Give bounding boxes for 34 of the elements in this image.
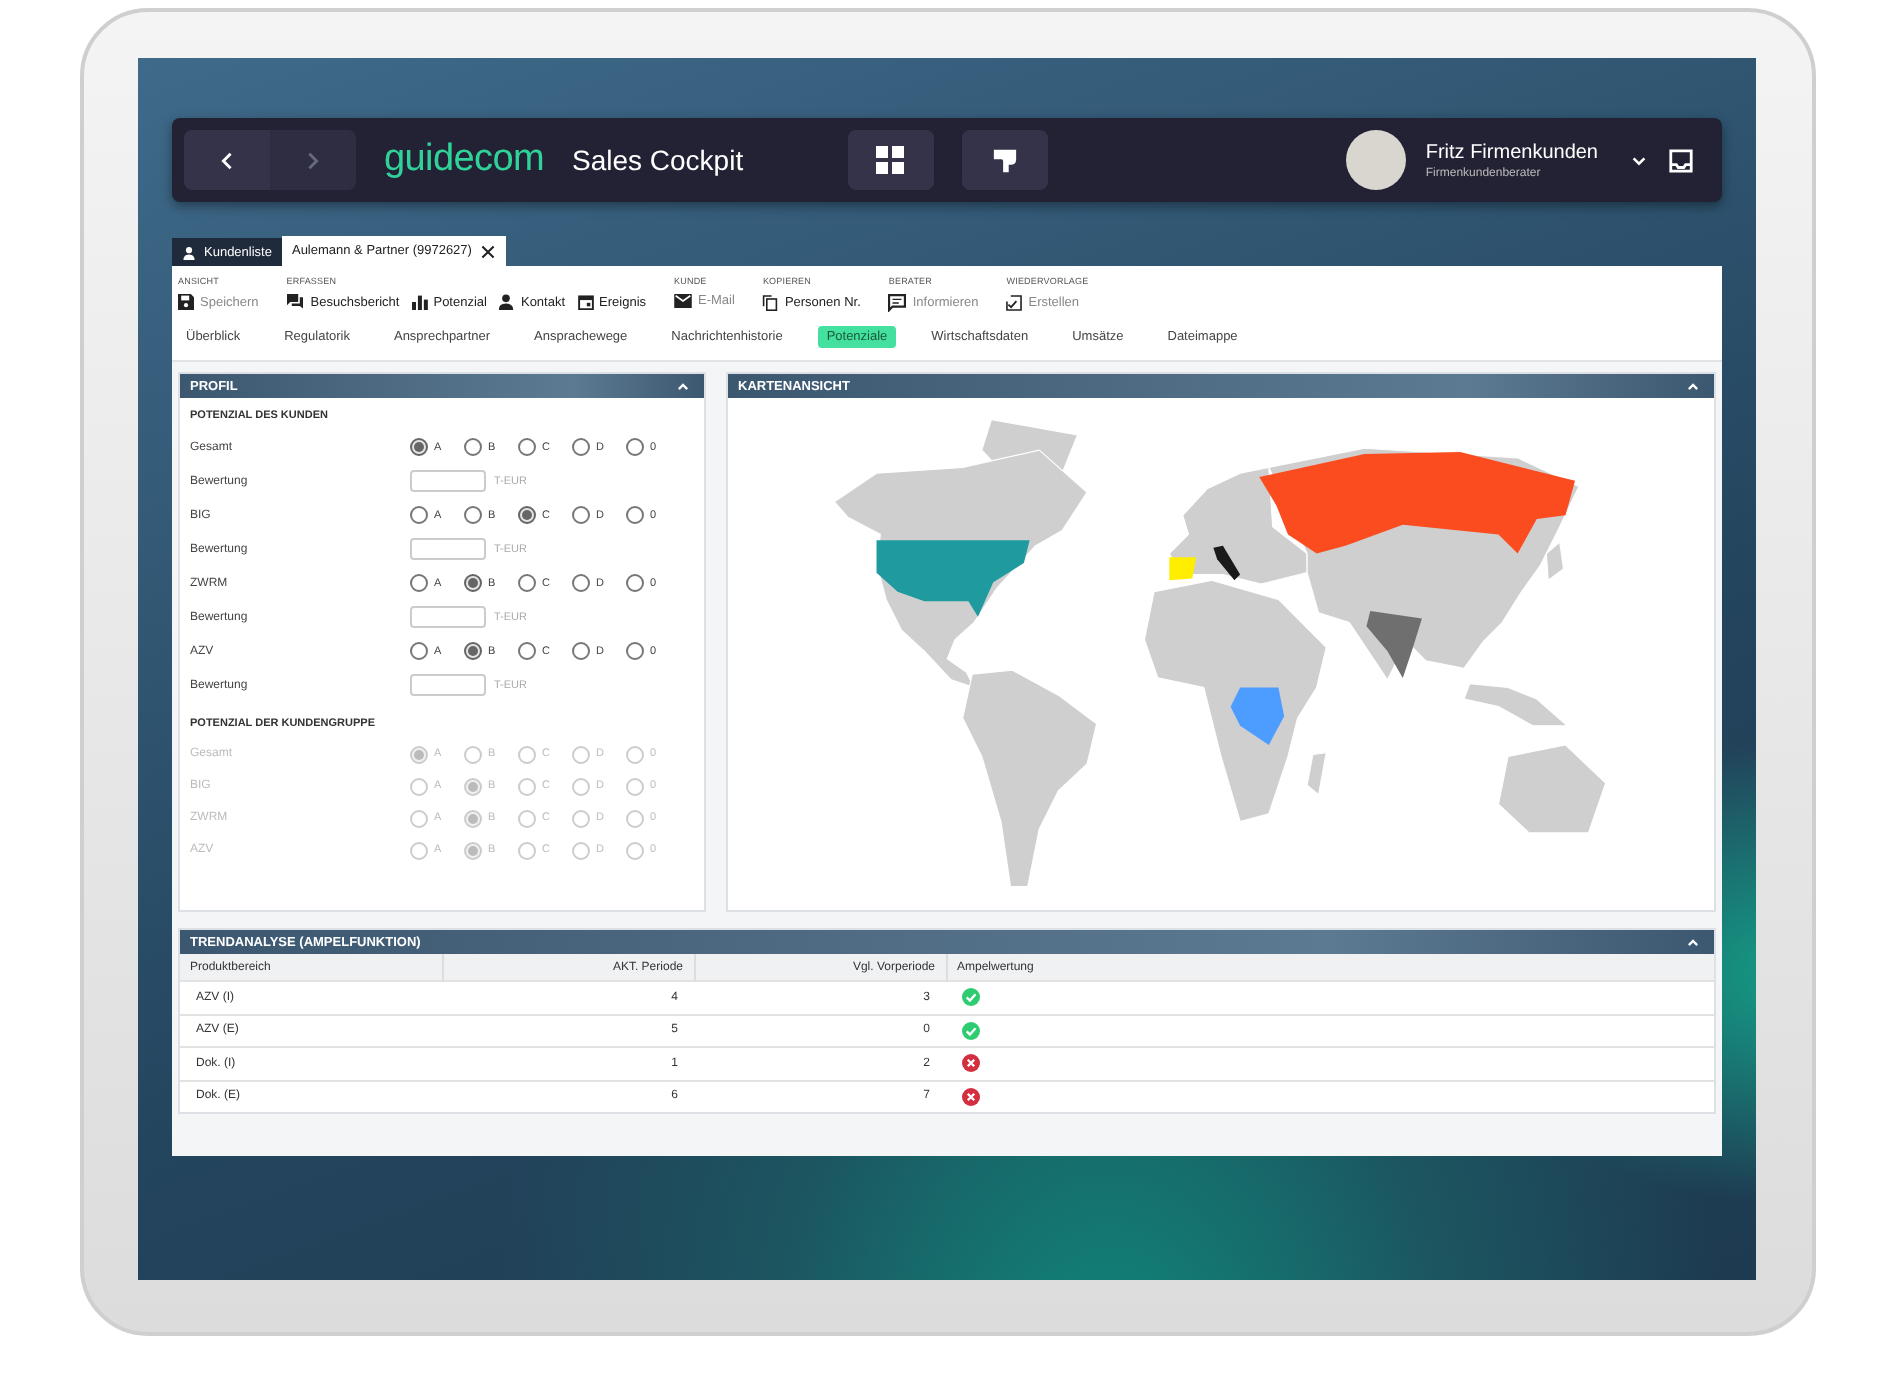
save-icon	[178, 294, 194, 310]
person-icon	[498, 294, 515, 310]
app-title: Sales Cockpit	[571, 144, 744, 176]
inbox-icon[interactable]	[1668, 147, 1694, 173]
check-circle-icon	[962, 1021, 980, 1040]
chevron-down-icon[interactable]	[1630, 151, 1648, 169]
flag-icon	[991, 147, 1018, 173]
chevron-up-icon[interactable]	[1686, 379, 1700, 393]
chevron-up-icon[interactable]	[1686, 935, 1700, 949]
comment-icon	[888, 294, 907, 312]
input-field[interactable]	[410, 674, 486, 696]
error-circle-icon	[962, 1087, 980, 1106]
user-name: Fritz Firmenkunden	[1425, 141, 1598, 163]
calendar-icon	[577, 294, 594, 310]
dashboard-button[interactable]	[847, 130, 934, 190]
close-icon[interactable]	[479, 243, 496, 259]
marker-button[interactable]	[961, 130, 1048, 190]
input-field[interactable]	[410, 606, 486, 628]
check-circle-icon	[962, 988, 980, 1007]
avatar	[1345, 130, 1406, 190]
chevron-right-icon	[304, 151, 322, 169]
checked-document-icon	[1006, 294, 1023, 312]
input-field[interactable]	[410, 470, 486, 492]
chat-icon	[286, 294, 305, 310]
chevron-up-icon[interactable]	[676, 379, 690, 393]
person-icon	[182, 245, 196, 259]
chevron-left-icon	[218, 151, 236, 169]
error-circle-icon	[962, 1054, 980, 1073]
copy-icon	[762, 294, 779, 312]
mail-icon	[674, 294, 693, 308]
app-logo: guidecom	[384, 138, 544, 182]
input-field[interactable]	[410, 538, 486, 560]
grid-icon	[876, 146, 905, 174]
bar-chart-icon	[411, 294, 428, 310]
